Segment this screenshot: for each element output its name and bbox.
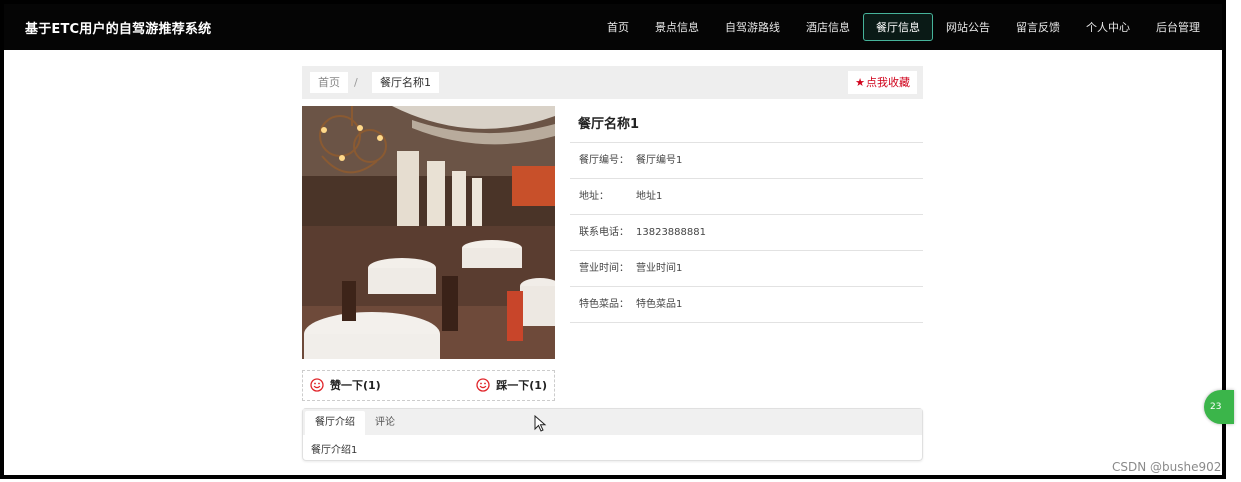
top-navbar: 基于ETC用户的自驾游推荐系统 首页 景点信息 自驾游路线 酒店信息 餐厅信息 … <box>4 4 1222 50</box>
info-row-hours: 营业时间： 营业时间1 <box>570 251 923 287</box>
nav-item-home[interactable]: 首页 <box>594 13 642 41</box>
nav-item-restaurants[interactable]: 餐厅信息 <box>863 13 933 41</box>
main-nav: 首页 景点信息 自驾游路线 酒店信息 餐厅信息 网站公告 留言反馈 个人中心 后… <box>594 13 1213 41</box>
vote-box: 赞一下(1) 踩一下(1) <box>302 370 555 401</box>
info-value: 特色菜品1 <box>636 299 683 310</box>
info-row-phone: 联系电话： 13823888881 <box>570 215 923 251</box>
nav-item-feedback[interactable]: 留言反馈 <box>1003 13 1073 41</box>
restaurant-name: 餐厅名称1 <box>570 106 923 143</box>
floating-badge[interactable]: 23 <box>1204 390 1234 424</box>
info-value: 餐厅编号1 <box>636 155 683 166</box>
like-label: 赞一下(1) <box>330 379 381 392</box>
favorite-label: 点我收藏 <box>866 76 910 89</box>
info-row-dishes: 特色菜品： 特色菜品1 <box>570 287 923 323</box>
info-row-address: 地址： 地址1 <box>570 179 923 215</box>
info-value: 地址1 <box>636 191 663 202</box>
main-content: 首页 / 餐厅名称1 ★点我收藏 餐厅名称1 餐厅编号： 餐厅编号1 地址： 地… <box>4 50 1222 475</box>
favorite-button[interactable]: ★点我收藏 <box>848 71 917 94</box>
dislike-button[interactable]: 踩一下(1) <box>476 377 547 393</box>
info-row-id: 餐厅编号： 餐厅编号1 <box>570 143 923 179</box>
detail-tabs: 餐厅介绍 评论 餐厅介绍1 <box>302 408 923 461</box>
nav-item-attractions[interactable]: 景点信息 <box>642 13 712 41</box>
info-label: 联系电话： <box>579 227 629 238</box>
star-icon: ★ <box>855 76 865 89</box>
smiley-icon <box>476 378 490 392</box>
info-label: 餐厅编号： <box>579 155 629 166</box>
nav-item-profile[interactable]: 个人中心 <box>1073 13 1143 41</box>
mouse-cursor-icon <box>534 415 547 432</box>
info-label: 特色菜品： <box>579 299 629 310</box>
info-value: 13823888881 <box>636 227 706 238</box>
smiley-icon <box>310 378 324 392</box>
tab-content: 餐厅介绍1 <box>311 445 358 456</box>
nav-item-announcements[interactable]: 网站公告 <box>933 13 1003 41</box>
restaurant-interior-image <box>302 106 555 359</box>
breadcrumb-separator: / <box>354 76 358 89</box>
tab-header: 餐厅介绍 评论 <box>303 409 922 435</box>
breadcrumb-current: 餐厅名称1 <box>372 72 439 93</box>
dislike-label: 踩一下(1) <box>496 379 547 392</box>
restaurant-info: 餐厅名称1 餐厅编号： 餐厅编号1 地址： 地址1 联系电话： 13823888… <box>570 106 923 323</box>
watermark: CSDN @bushe902 <box>1112 460 1222 474</box>
nav-item-hotels[interactable]: 酒店信息 <box>793 13 863 41</box>
nav-item-admin[interactable]: 后台管理 <box>1143 13 1213 41</box>
info-label: 营业时间： <box>579 263 629 274</box>
tab-intro[interactable]: 餐厅介绍 <box>305 411 365 435</box>
breadcrumb-home-link[interactable]: 首页 <box>310 72 348 93</box>
info-value: 营业时间1 <box>636 263 683 274</box>
info-label: 地址： <box>579 191 609 202</box>
breadcrumb: 首页 / 餐厅名称1 ★点我收藏 <box>302 66 923 99</box>
restaurant-photo <box>302 106 555 359</box>
nav-item-routes[interactable]: 自驾游路线 <box>712 13 793 41</box>
site-title: 基于ETC用户的自驾游推荐系统 <box>25 21 212 37</box>
tab-comments[interactable]: 评论 <box>365 411 405 435</box>
like-button[interactable]: 赞一下(1) <box>310 377 381 393</box>
